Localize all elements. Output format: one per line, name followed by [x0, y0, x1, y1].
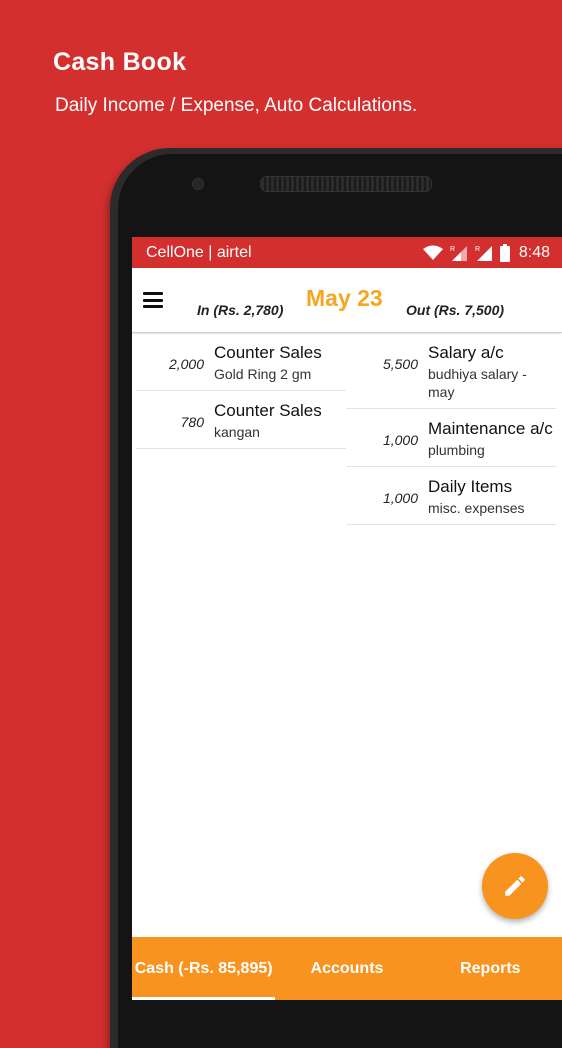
- clock: 8:48: [518, 243, 550, 261]
- wifi-icon: [422, 245, 443, 260]
- entry-description: plumbing: [428, 442, 485, 458]
- income-entry[interactable]: 780 Counter Sales kangan: [136, 391, 346, 449]
- app-screen: CellOne | airtel R R 8:48 In (Rs. 2,780)…: [132, 237, 562, 1000]
- svg-text:R: R: [450, 246, 455, 253]
- camera-icon: [192, 178, 204, 190]
- svg-text:R: R: [475, 246, 480, 253]
- entry-description: Gold Ring 2 gm: [214, 366, 312, 382]
- expense-entry[interactable]: 5,500 Salary a/c budhiya salary - may: [346, 333, 556, 409]
- signal-icon: R: [450, 245, 467, 261]
- toolbar: In (Rs. 2,780) May 23 Out (Rs. 7,500): [132, 268, 562, 333]
- entry-account: Counter Sales: [214, 401, 322, 420]
- entry-account: Daily Items: [428, 477, 513, 496]
- expense-entry[interactable]: 1,000 Maintenance a/c plumbing: [346, 409, 556, 467]
- bottom-nav: Cash (-Rs. 85,895) Accounts Reports: [132, 937, 562, 1000]
- promo-title: Cash Book: [53, 48, 187, 76]
- entry-description: kangan: [214, 424, 260, 440]
- add-entry-button[interactable]: [482, 853, 548, 919]
- status-icons: R R 8:48: [422, 243, 550, 262]
- carrier-label: CellOne | airtel: [146, 243, 252, 261]
- income-total: In (Rs. 2,780): [197, 302, 284, 318]
- tab-cash[interactable]: Cash (-Rs. 85,895): [132, 937, 276, 1000]
- entry-amount: 1,000: [382, 432, 418, 448]
- expense-total: Out (Rs. 7,500): [406, 302, 505, 318]
- entry-amount: 2,000: [168, 356, 204, 372]
- entry-description: misc. expenses: [428, 500, 525, 516]
- tab-accounts[interactable]: Accounts: [275, 937, 418, 1000]
- entry-account: Salary a/c: [428, 343, 504, 362]
- entry-amount: 1,000: [382, 490, 418, 506]
- entry-description: budhiya salary - may: [428, 366, 527, 400]
- entry-account: Maintenance a/c: [428, 419, 553, 438]
- expense-entry[interactable]: 1,000 Daily Items misc. expenses: [346, 467, 556, 525]
- income-list: 2,000 Counter Sales Gold Ring 2 gm 780 C…: [136, 333, 346, 449]
- hamburger-menu-icon[interactable]: [143, 292, 163, 308]
- expense-list: 5,500 Salary a/c budhiya salary - may 1,…: [346, 333, 556, 525]
- status-bar: CellOne | airtel R R 8:48: [132, 237, 562, 268]
- signal-icon: R: [475, 245, 492, 261]
- promo-subtitle: Daily Income / Expense, Auto Calculation…: [55, 95, 418, 116]
- tab-reports[interactable]: Reports: [419, 937, 562, 1000]
- battery-icon: [499, 243, 510, 262]
- entry-account: Counter Sales: [214, 343, 322, 362]
- pencil-icon: [505, 876, 525, 896]
- income-entry[interactable]: 2,000 Counter Sales Gold Ring 2 gm: [136, 333, 346, 391]
- entry-amount: 780: [180, 414, 204, 430]
- entry-amount: 5,500: [382, 356, 418, 372]
- date-title[interactable]: May 23: [306, 285, 383, 312]
- speaker-grille: [260, 176, 432, 192]
